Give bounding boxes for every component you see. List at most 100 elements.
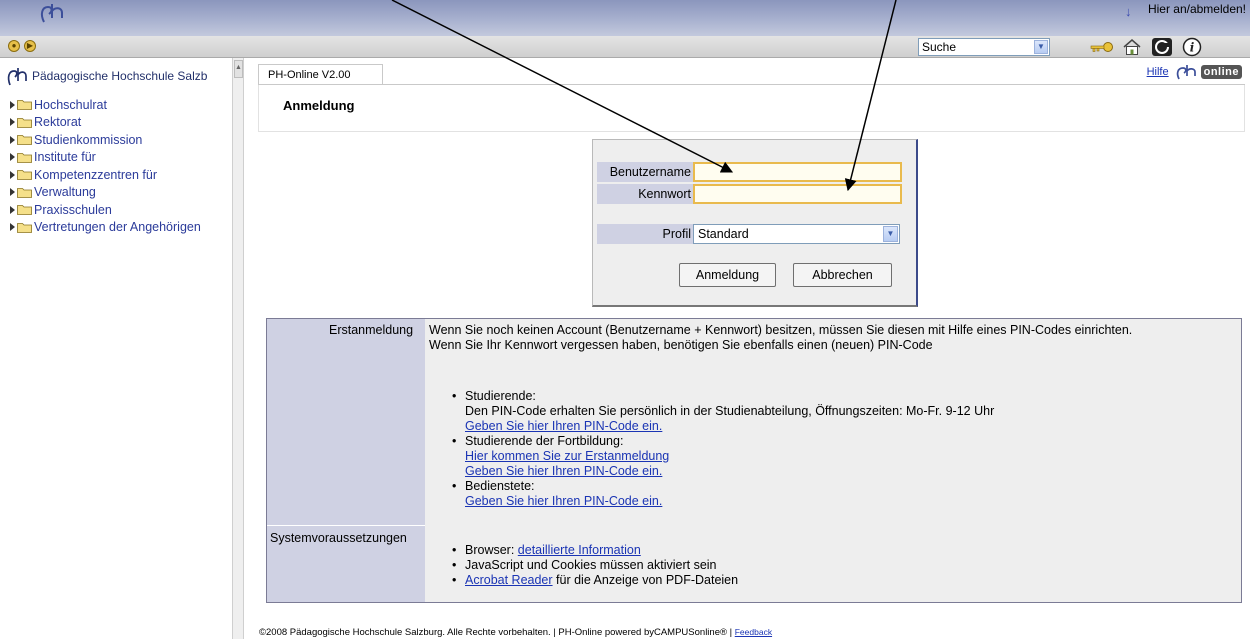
help-link[interactable]: Hilfe — [1147, 66, 1169, 78]
requirements-list: Browser: detaillierte Information JavaSc… — [452, 543, 738, 588]
sidebar-item-label: Studienkommission — [34, 132, 143, 147]
sidebar: Pädagogische Hochschule Salzb Hochschulr… — [0, 58, 232, 639]
feedback-link[interactable]: Feedback — [735, 627, 772, 637]
expand-triangle-icon[interactable] — [10, 188, 15, 197]
play-icon[interactable]: ▶ — [24, 40, 36, 52]
sidebar-item-institute[interactable]: Institute für — [10, 149, 201, 167]
sidebar-item-label: Vertretungen der Angehörigen — [34, 220, 201, 235]
sidebar-item-rektorat[interactable]: Rektorat — [10, 114, 201, 132]
profile-label: Profil — [597, 224, 693, 244]
home-icon[interactable] — [1120, 37, 1144, 57]
login-button[interactable]: Anmeldung — [679, 263, 776, 287]
sidebar-item-label: Verwaltung — [34, 185, 96, 200]
acrobat-reader-link[interactable]: Acrobat Reader — [465, 573, 553, 587]
folder-icon — [17, 117, 32, 128]
folder-icon — [17, 170, 32, 181]
ph-logo-icon — [40, 4, 63, 23]
password-row: Kennwort — [597, 184, 902, 204]
list-item: JavaScript und Cookies müssen aktiviert … — [452, 558, 738, 573]
chevron-down-icon[interactable]: ▼ — [883, 226, 898, 242]
fortbildung-pin-link[interactable]: Geben Sie hier Ihren PIN-Code ein. — [465, 464, 662, 478]
key-icon[interactable] — [1090, 37, 1114, 57]
sidebar-title[interactable]: Pädagogische Hochschule Salzb — [6, 66, 207, 86]
pin-list: Studierende: Den PIN-Code erhalten Sie p… — [452, 389, 994, 509]
chevron-down-icon[interactable]: ▼ — [1034, 40, 1048, 54]
sidebar-item-kompetenzzentren[interactable]: Kompetenzzentren für — [10, 166, 201, 184]
scroll-up-icon[interactable]: ▲ — [234, 60, 243, 78]
req-js-text: JavaScript und Cookies müssen aktiviert … — [465, 558, 717, 572]
sidebar-item-label: Praxisschulen — [34, 202, 112, 217]
username-field[interactable] — [693, 162, 902, 182]
students-pin-link[interactable]: Geben Sie hier Ihren PIN-Code ein. — [465, 419, 662, 433]
fortbildung-title: Studierende der Fortbildung: — [465, 434, 624, 448]
circle-icon[interactable]: ● — [8, 40, 20, 52]
page-title: Anmeldung — [283, 98, 355, 113]
ph-online-logo: online — [1175, 64, 1242, 80]
staff-pin-link[interactable]: Geben Sie hier Ihren PIN-Code ein. — [465, 494, 662, 508]
info-intro: Wenn Sie noch keinen Account (Benutzerna… — [429, 323, 1132, 353]
folder-icon — [17, 135, 32, 146]
profile-select[interactable]: Standard ▼ — [693, 224, 900, 244]
sidebar-title-label: Pädagogische Hochschule Salzb — [32, 69, 208, 83]
password-label: Kennwort — [597, 184, 693, 204]
username-label: Benutzername — [597, 162, 693, 182]
folder-icon — [17, 222, 32, 233]
section-label-systemvoraussetzungen: Systemvoraussetzungen — [270, 531, 407, 545]
expand-triangle-icon[interactable] — [10, 205, 15, 214]
folder-icon — [17, 152, 32, 163]
profile-select-value: Standard — [698, 227, 749, 241]
cancel-button[interactable]: Abbrechen — [793, 263, 892, 287]
ph-logo-icon — [1176, 65, 1196, 80]
sidebar-item-studienkommission[interactable]: Studienkommission — [10, 131, 201, 149]
info-divider — [267, 525, 425, 526]
list-item: Bedienstete: Geben Sie hier Ihren PIN-Co… — [452, 479, 994, 509]
footer: ©2008 Pädagogische Hochschule Salzburg. … — [259, 627, 772, 638]
info-line-2: Wenn Sie Ihr Kennwort vergessen haben, b… — [429, 338, 933, 352]
sidebar-scrollbar[interactable]: ▲ — [232, 58, 244, 639]
sidebar-item-label: Hochschulrat — [34, 97, 107, 112]
search-select-value: Suche — [922, 40, 957, 54]
online-badge: online — [1200, 65, 1242, 79]
ph-logo-icon — [7, 68, 27, 86]
erstanmeldung-link[interactable]: Hier kommen Sie zur Erstanmeldung — [465, 449, 669, 463]
list-item: Studierende: Den PIN-Code erhalten Sie p… — [452, 389, 994, 434]
sidebar-tree: Hochschulrat Rektorat Studienkommission … — [10, 96, 201, 236]
expand-triangle-icon[interactable] — [10, 118, 15, 127]
info-line-1: Wenn Sie noch keinen Account (Benutzerna… — [429, 323, 1133, 337]
heading-box: Anmeldung — [258, 85, 1245, 132]
info-icon[interactable]: i — [1180, 37, 1204, 57]
folder-icon — [17, 100, 32, 111]
expand-triangle-icon[interactable] — [10, 223, 15, 232]
list-item: Browser: detaillierte Information — [452, 543, 738, 558]
tab-ph-online[interactable]: PH-Online V2.00 — [258, 64, 383, 84]
password-field[interactable] — [693, 184, 902, 204]
arrow-down-icon: ↓ — [1125, 4, 1132, 19]
sidebar-item-verwaltung[interactable]: Verwaltung — [10, 184, 201, 202]
students-text: Den PIN-Code erhalten Sie persönlich in … — [465, 404, 995, 418]
svg-text:i: i — [1190, 41, 1195, 55]
req-browser-text: Browser: — [465, 543, 518, 557]
students-title: Studierende: — [465, 389, 536, 403]
toolbar: ● ▶ Suche ▼ i — [0, 36, 1250, 58]
sidebar-item-label: Kompetenzzentren für — [34, 167, 157, 182]
folder-icon — [17, 187, 32, 198]
expand-triangle-icon[interactable] — [10, 100, 15, 109]
username-row: Benutzername — [597, 162, 902, 182]
sidebar-item-vertretungen[interactable]: Vertretungen der Angehörigen — [10, 219, 201, 237]
main-content: PH-Online V2.00 Hilfe online Anmeldung B… — [250, 58, 1250, 639]
expand-triangle-icon[interactable] — [10, 135, 15, 144]
staff-title: Bedienstete: — [465, 479, 535, 493]
profile-row: Profil Standard ▼ — [597, 224, 900, 244]
top-banner: ↓ Hier an/abmelden! — [0, 0, 1250, 36]
browser-info-link[interactable]: detaillierte Information — [518, 543, 641, 557]
sidebar-item-hochschulrat[interactable]: Hochschulrat — [10, 96, 201, 114]
sidebar-item-praxisschulen[interactable]: Praxisschulen — [10, 201, 201, 219]
refresh-icon[interactable] — [1150, 37, 1174, 57]
expand-triangle-icon[interactable] — [10, 153, 15, 162]
footer-text: ©2008 Pädagogische Hochschule Salzburg. … — [259, 627, 735, 638]
search-select[interactable]: Suche ▼ — [918, 38, 1050, 56]
info-label-column — [267, 319, 425, 602]
sidebar-item-label: Rektorat — [34, 115, 82, 130]
expand-triangle-icon[interactable] — [10, 170, 15, 179]
login-logout-link[interactable]: Hier an/abmelden! — [1148, 2, 1246, 16]
